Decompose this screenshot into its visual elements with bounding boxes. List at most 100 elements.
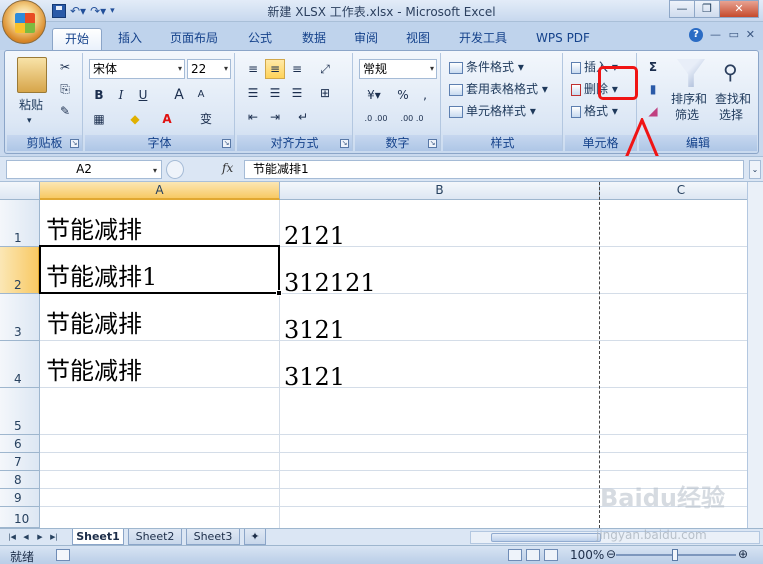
ribbon-close-icon[interactable]: ✕	[746, 28, 755, 41]
tab-view[interactable]: 视图	[396, 28, 440, 50]
font-name-select[interactable]: 宋体 ▾	[89, 59, 185, 79]
format-as-table-button[interactable]: 套用表格格式 ▾	[449, 79, 548, 99]
sort-filter-icon[interactable]	[677, 59, 705, 87]
underline-button[interactable]: U	[133, 85, 153, 105]
decrease-decimal-button[interactable]: .00 .0	[395, 109, 429, 129]
clipboard-launcher-icon[interactable]: ↘	[70, 139, 79, 148]
paste-dropdown-icon[interactable]: ▾	[27, 111, 32, 131]
fill-handle[interactable]	[276, 290, 282, 296]
office-button[interactable]	[2, 0, 46, 44]
cell-a3[interactable]: 节能减排	[46, 304, 142, 339]
format-painter-icon[interactable]: ✎	[55, 101, 75, 121]
page-layout-view-icon[interactable]	[526, 549, 540, 561]
italic-button[interactable]: I	[111, 85, 131, 105]
paste-icon[interactable]	[17, 57, 47, 93]
shrink-font-button[interactable]: A	[191, 85, 211, 105]
tab-review[interactable]: 审阅	[344, 28, 388, 50]
row-header[interactable]: 9	[0, 489, 40, 507]
decrease-indent-icon[interactable]: ⇤	[243, 107, 263, 127]
font-color-icon[interactable]: A	[157, 109, 177, 129]
cut-icon[interactable]: ✂	[55, 57, 75, 77]
row-header[interactable]: 8	[0, 471, 40, 489]
restore-button[interactable]: ❐	[694, 0, 720, 18]
zoom-in-icon[interactable]: ⊕	[738, 547, 748, 561]
minimize-button[interactable]: —	[669, 0, 695, 18]
insert-sheet-icon[interactable]: ✦	[244, 529, 266, 545]
format-cells-button[interactable]: 格式 ▾	[571, 101, 618, 121]
row-header[interactable]: 6	[0, 435, 40, 453]
font-size-select[interactable]: 22 ▾	[187, 59, 231, 79]
sheet-tab-sheet3[interactable]: Sheet3	[186, 529, 240, 545]
tab-insert[interactable]: 插入	[108, 28, 152, 50]
column-header-a[interactable]: A	[40, 182, 280, 200]
row-header[interactable]: 7	[0, 453, 40, 471]
sort-filter-label[interactable]: 排序和	[671, 91, 707, 107]
sheet-tab-sheet2[interactable]: Sheet2	[128, 529, 182, 545]
font-launcher-icon[interactable]: ↘	[222, 139, 231, 148]
tab-formulas[interactable]: 公式	[236, 28, 284, 50]
tab-home[interactable]: 开始	[52, 28, 102, 50]
name-box[interactable]: A2 ▾	[6, 160, 162, 179]
alignment-launcher-icon[interactable]: ↘	[340, 139, 349, 148]
cell-b1[interactable]: 2121	[284, 222, 345, 250]
align-bottom-icon[interactable]: ≡	[287, 59, 307, 79]
cell-b2[interactable]: 312121	[284, 269, 376, 297]
row-header[interactable]: 2	[0, 247, 40, 294]
currency-icon[interactable]: ¥▾	[359, 85, 389, 105]
page-break-view-icon[interactable]	[544, 549, 558, 561]
find-select-icon[interactable]: ⚲	[723, 61, 747, 83]
fill-icon[interactable]: ▮	[643, 79, 663, 99]
autosum-button[interactable]: Σ	[643, 57, 663, 77]
tab-developer[interactable]: 开发工具	[448, 28, 518, 50]
bold-button[interactable]: B	[89, 85, 109, 105]
number-launcher-icon[interactable]: ↘	[428, 139, 437, 148]
phonetic-button[interactable]: 变	[193, 109, 219, 129]
sort-filter-label-2[interactable]: 筛选	[675, 107, 699, 123]
copy-icon[interactable]: ⎘	[55, 79, 75, 99]
tab-wps-pdf[interactable]: WPS PDF	[528, 28, 598, 50]
find-select-label-2[interactable]: 选择	[719, 107, 743, 123]
next-sheet-icon[interactable]: ▶	[34, 531, 46, 543]
vertical-scrollbar[interactable]	[747, 182, 763, 528]
normal-view-icon[interactable]	[508, 549, 522, 561]
cell-a4[interactable]: 节能减排	[46, 351, 142, 386]
align-left-icon[interactable]: ☰	[243, 83, 263, 103]
expand-formula-bar-icon[interactable]: ⌄	[749, 160, 761, 179]
comma-button[interactable]: ,	[415, 85, 435, 105]
increase-indent-icon[interactable]: ⇥	[265, 107, 285, 127]
row-header[interactable]: 5	[0, 388, 40, 435]
conditional-format-button[interactable]: 条件格式 ▾	[449, 57, 524, 77]
row-header[interactable]: 1	[0, 200, 40, 247]
prev-sheet-icon[interactable]: ◀	[20, 531, 32, 543]
close-button[interactable]: ✕	[719, 0, 759, 18]
sheet-tab-sheet1[interactable]: Sheet1	[72, 529, 124, 545]
last-sheet-icon[interactable]: ▶|	[48, 531, 60, 543]
first-sheet-icon[interactable]: |◀	[6, 531, 18, 543]
help-icon[interactable]: ?	[689, 28, 703, 42]
percent-button[interactable]: %	[393, 85, 413, 105]
formula-input[interactable]: 节能减排1	[244, 160, 744, 179]
align-right-icon[interactable]: ☰	[287, 83, 307, 103]
number-format-select[interactable]: 常规 ▾	[359, 59, 437, 79]
orientation-icon[interactable]: ⤢	[315, 59, 335, 79]
row-header[interactable]: 4	[0, 341, 40, 388]
cell-b3[interactable]: 3121	[284, 316, 345, 344]
align-top-icon[interactable]: ≡	[243, 59, 263, 79]
increase-decimal-button[interactable]: .0 .00	[359, 109, 393, 129]
zoom-level[interactable]: 100%	[570, 548, 604, 562]
ribbon-restore-icon[interactable]: ▭	[729, 28, 739, 41]
align-middle-icon[interactable]: ≡	[265, 59, 285, 79]
insert-function-button[interactable]: fx	[222, 161, 233, 175]
scrollbar-thumb[interactable]	[491, 533, 601, 542]
zoom-out-icon[interactable]: ⊖	[606, 547, 616, 561]
tab-page-layout[interactable]: 页面布局	[162, 28, 226, 50]
cell-a1[interactable]: 节能减排	[46, 210, 142, 245]
tab-data[interactable]: 数据	[292, 28, 336, 50]
ribbon-minimize-icon[interactable]: —	[710, 28, 721, 41]
cell-styles-button[interactable]: 单元格样式 ▾	[449, 101, 536, 121]
zoom-slider-knob[interactable]	[672, 549, 678, 561]
column-header-c[interactable]: C	[600, 182, 763, 200]
align-center-icon[interactable]: ☰	[265, 83, 285, 103]
merge-center-icon[interactable]: ⊞	[315, 83, 335, 103]
find-select-label[interactable]: 查找和	[715, 91, 751, 107]
